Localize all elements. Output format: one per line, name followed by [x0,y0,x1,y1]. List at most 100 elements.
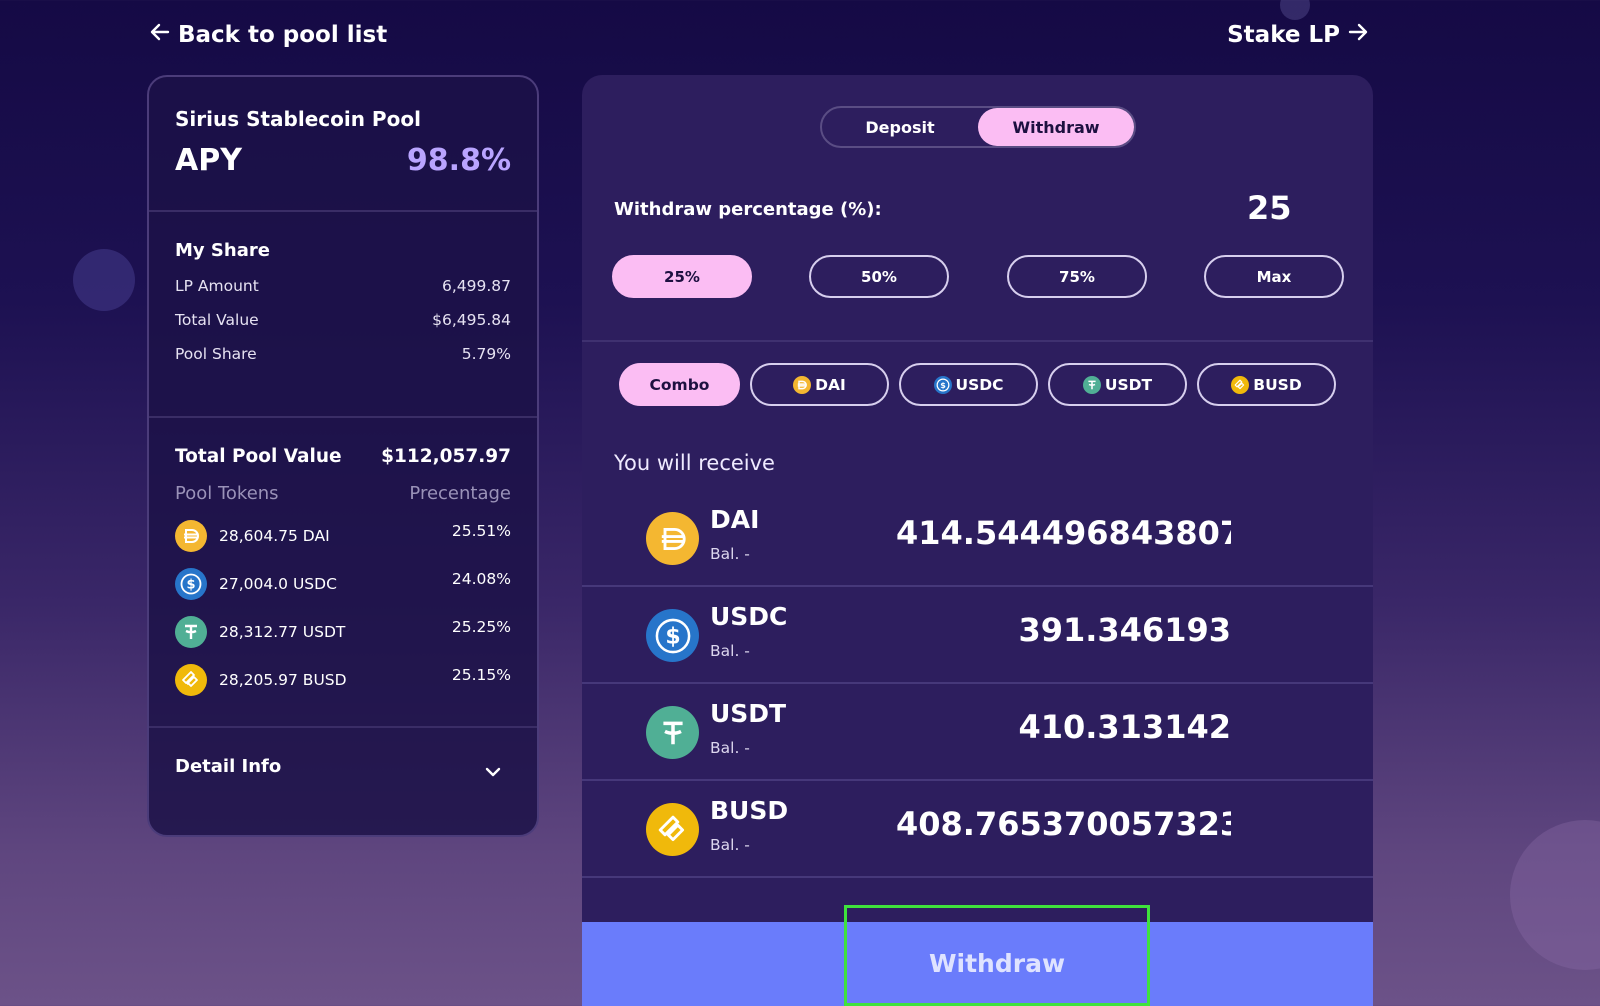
pool-share-row: Pool Share 5.79% [175,345,511,363]
token-option-label: USDT [1104,375,1153,394]
background-orb [1280,0,1310,20]
percentage-col-header: Precentage [409,483,511,504]
busd-icon [1231,375,1250,394]
dai-icon [793,375,812,394]
arrow-right-icon [1346,20,1370,50]
withdraw-button[interactable]: Withdraw [844,905,1150,1006]
pct-75-button[interactable]: 75% [1007,255,1147,298]
receive-token-name: BUSD [710,796,789,825]
pool-value-section: Total Pool Value $112,057.97 Pool Tokens… [149,418,537,728]
back-to-pool-list-link[interactable]: Back to pool list [148,20,387,50]
usdt-icon [175,616,207,648]
busd-icon [175,664,207,696]
pool-title-section: Sirius Stablecoin Pool APY 98.8% [149,77,537,212]
receive-token-amount: 410.313142 [1018,708,1231,746]
stake-link-label: Stake LP [1227,22,1340,48]
receive-token-balance: Bal. - [710,545,750,563]
token-dai-button[interactable]: DAI [750,363,889,406]
receive-row: $ USDC Bal. - 391.346193 [582,587,1373,684]
withdraw-panel: Deposit Withdraw Withdraw percentage (%)… [582,75,1373,1006]
token-busd-button[interactable]: BUSD [1197,363,1336,406]
pool-token-row: 28,205.97 BUSD 25.15% [175,664,511,696]
share-value: 6,499.87 [441,277,511,295]
you-will-receive-label: You will receive [614,451,775,475]
divider [582,340,1373,342]
my-share-section: My Share LP Amount 6,499.87 Total Value … [149,212,537,418]
share-label: Total Value [175,311,259,329]
pool-name: Sirius Stablecoin Pool [175,107,421,131]
pool-token-pct: 25.15% [451,666,511,684]
receive-token-name: USDT [710,699,787,728]
total-pool-value-row: Total Pool Value $112,057.97 [175,446,511,467]
svg-text:$: $ [186,578,195,593]
usdc-icon: $ [933,375,952,394]
share-value: 5.79% [461,345,511,363]
usdc-icon: $ [175,568,207,600]
total-value-row: Total Value $6,495.84 [175,311,511,329]
receive-token-balance: Bal. - [710,642,750,660]
pool-token-amount: 28,604.75 DAI [219,527,330,545]
receive-row: DAI Bal. - 414.5444968438074 [582,490,1373,587]
receive-token-name: USDC [710,602,788,631]
total-pool-value-label: Total Pool Value [175,446,342,467]
pct-50-button[interactable]: 50% [809,255,949,298]
apy-row: APY 98.8% [175,143,511,178]
total-pool-value: $112,057.97 [381,446,511,467]
pool-token-row: $ 27,004.0 USDC 24.08% [175,568,511,600]
usdt-icon [1082,375,1101,394]
pool-token-pct: 24.08% [451,570,511,588]
dai-icon [646,512,699,565]
pool-token-amount: 28,312.77 USDT [219,623,346,641]
receive-token-amount: 391.346193 [1018,611,1231,649]
busd-icon [646,803,699,856]
withdraw-percentage-value[interactable]: 25 [1247,189,1292,227]
token-usdt-button[interactable]: USDT [1048,363,1187,406]
tab-withdraw[interactable]: Withdraw [978,108,1134,146]
token-combo-button[interactable]: Combo [619,363,740,406]
pool-token-row: 28,312.77 USDT 25.25% [175,616,511,648]
back-link-label: Back to pool list [178,22,388,48]
pool-token-pct: 25.51% [451,522,511,540]
pool-token-pct: 25.25% [451,618,511,636]
my-share-title: My Share [175,240,270,261]
receive-token-balance: Bal. - [710,836,750,854]
token-option-label: USDC [955,375,1004,394]
usdt-icon [646,706,699,759]
background-orb [73,249,135,311]
receive-token-name: DAI [710,505,760,534]
receive-token-amount: 408.7653700573235 [896,805,1231,843]
deposit-withdraw-tabs: Deposit Withdraw [820,106,1136,148]
share-label: Pool Share [175,345,257,363]
svg-text:$: $ [665,624,680,649]
share-value: $6,495.84 [432,311,511,329]
tab-deposit[interactable]: Deposit [822,108,978,146]
arrow-left-icon [148,20,172,50]
pool-token-row: 28,604.75 DAI 25.51% [175,520,511,552]
detail-info-label: Detail Info [175,756,282,777]
token-option-label: Combo [649,375,710,394]
chevron-down-icon [483,756,511,786]
pool-token-amount: 27,004.0 USDC [219,575,337,593]
share-label: LP Amount [175,277,259,295]
pool-info-card: Sirius Stablecoin Pool APY 98.8% My Shar… [147,75,539,837]
pool-tokens-col-header: Pool Tokens [175,483,279,504]
receive-row: USDT Bal. - 410.313142 [582,684,1373,781]
pct-25-button[interactable]: 25% [612,255,752,298]
lp-amount-row: LP Amount 6,499.87 [175,277,511,295]
usdc-icon: $ [646,609,699,662]
detail-info-toggle[interactable]: Detail Info [149,728,537,786]
receive-token-amount: 414.5444968438074 [896,514,1231,552]
svg-text:$: $ [940,380,946,389]
apy-label: APY [175,143,242,178]
dai-icon [175,520,207,552]
token-option-label: DAI [815,375,846,394]
pool-tokens-header: Pool Tokens Precentage [175,483,511,504]
background-orb [1510,820,1600,970]
receive-row: BUSD Bal. - 408.7653700573235 [582,781,1373,878]
pct-max-button[interactable]: Max [1204,255,1344,298]
apy-value: 98.8% [406,143,511,178]
receive-token-balance: Bal. - [710,739,750,757]
token-usdc-button[interactable]: $ USDC [899,363,1038,406]
stake-lp-link[interactable]: Stake LP [1227,20,1370,50]
withdraw-percentage-label: Withdraw percentage (%): [614,199,882,220]
